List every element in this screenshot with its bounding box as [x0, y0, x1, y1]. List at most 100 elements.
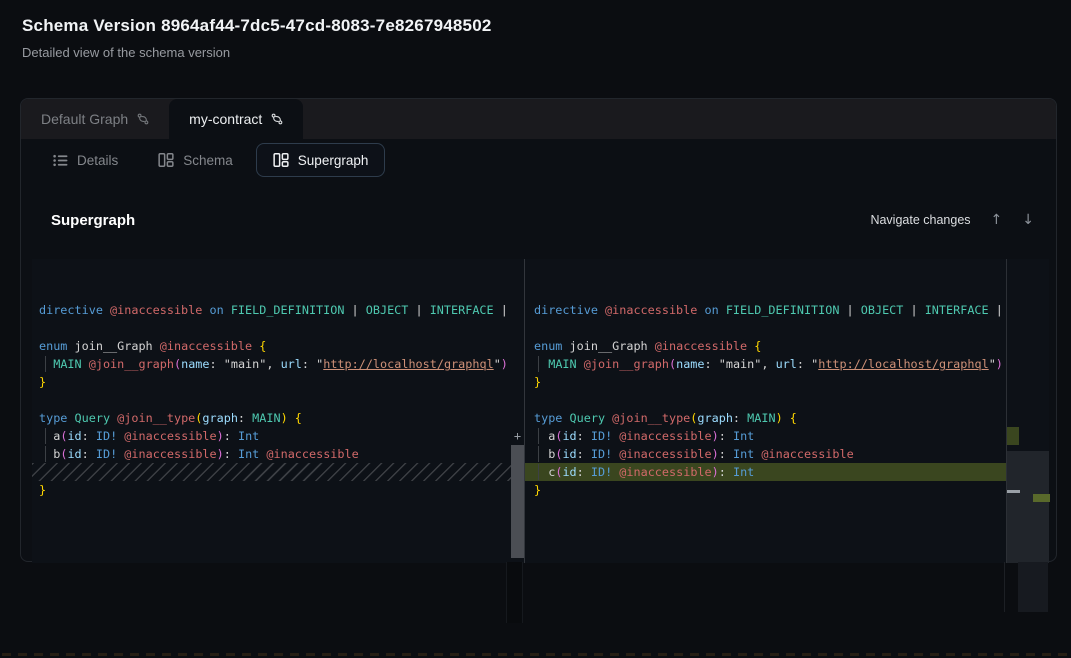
view-subtabs: Details Schema Supergraph [21, 141, 1056, 179]
code-token: : [733, 411, 747, 425]
code-line: } [525, 481, 1006, 499]
code-token: Int [733, 447, 754, 461]
tab-label: my-contract [189, 111, 262, 127]
code-token [39, 357, 53, 371]
code-token: } [534, 483, 541, 497]
code-token: : [719, 465, 733, 479]
code-token: " [989, 357, 996, 371]
code-token: FIELD_DEFINITION [231, 303, 345, 317]
code-line: MAIN @join__graph(name: "main", url: "ht… [32, 355, 511, 373]
code-url-link[interactable]: http://localhost/graphql [323, 357, 493, 371]
code-line: enum join__Graph @inaccessible { [525, 337, 1006, 355]
code-token: : [238, 411, 252, 425]
code-line: MAIN @join__graph(name: "main", url: "ht… [525, 355, 1006, 373]
list-icon [53, 154, 68, 167]
code-token: ) [217, 447, 224, 461]
code-token: directive [534, 303, 598, 317]
code-token: } [39, 483, 46, 497]
left-pane-scrollbar[interactable] [511, 259, 524, 563]
code-line: directive @inaccessible on FIELD_DEFINIT… [32, 301, 511, 319]
panels-icon [158, 152, 174, 168]
minimap-slider[interactable] [1007, 451, 1049, 563]
subtab-schema[interactable]: Schema [141, 143, 250, 177]
code-token: ID! [591, 429, 612, 443]
code-token: ID! [96, 429, 117, 443]
code-token: type [534, 411, 562, 425]
code-line: } [32, 373, 511, 391]
code-token [534, 357, 548, 371]
diff-insert-marker: + [510, 427, 525, 445]
code-token: ) [712, 447, 719, 461]
code-token: directive [39, 303, 103, 317]
code-token: , [266, 357, 280, 371]
diff-editor: directive @inaccessible on FIELD_DEFINIT… [32, 259, 1049, 563]
code-token: url [776, 357, 797, 371]
code-token: { [295, 411, 302, 425]
code-token [534, 447, 548, 461]
code-token: url [281, 357, 302, 371]
code-token: ) [712, 429, 719, 443]
scrollbar-thumb[interactable] [511, 445, 524, 558]
code-token: @inaccessible [619, 465, 711, 479]
modified-code-pane[interactable]: directive @inaccessible on FIELD_DEFINIT… [525, 259, 1006, 563]
tab-default-graph[interactable]: Default Graph [21, 99, 169, 139]
code-token [67, 339, 74, 353]
code-token: MAIN [747, 411, 775, 425]
code-token: MAIN [548, 357, 576, 371]
code-token: graph [202, 411, 238, 425]
tab-my-contract[interactable]: my-contract [169, 99, 303, 139]
code-token: id [562, 465, 576, 479]
code-token: ID! [591, 447, 612, 461]
code-token: @inaccessible [160, 339, 252, 353]
code-token: graph [697, 411, 733, 425]
code-token: ID! [96, 447, 117, 461]
code-token [153, 339, 160, 353]
code-token: { [754, 339, 761, 353]
code-token: ) [281, 411, 288, 425]
code-token: ) [712, 465, 719, 479]
code-token [562, 411, 569, 425]
subtab-supergraph[interactable]: Supergraph [256, 143, 386, 177]
code-token: : [577, 465, 591, 479]
code-token: @inaccessible [655, 339, 747, 353]
code-line: } [32, 481, 511, 499]
code-token: } [39, 375, 46, 389]
code-token: join__Graph [570, 339, 648, 353]
code-token [82, 357, 89, 371]
navigate-up-button[interactable]: ↑ [991, 212, 1003, 228]
code-token: OBJECT [366, 303, 409, 317]
code-token: : [210, 357, 224, 371]
code-token: | [408, 303, 429, 317]
subtab-details[interactable]: Details [36, 143, 135, 177]
tab-label: Default Graph [41, 111, 128, 127]
code-url-link[interactable]: http://localhost/graphql [818, 357, 988, 371]
code-token: @inaccessible [110, 303, 202, 317]
code-line: enum join__Graph @inaccessible { [32, 337, 511, 355]
code-token: { [790, 411, 797, 425]
navigate-changes-label: Navigate changes [870, 213, 970, 227]
code-token: : [82, 447, 96, 461]
subtab-label: Details [77, 153, 118, 168]
code-token: ) [501, 357, 508, 371]
code-token: @join__type [117, 411, 195, 425]
code-line [32, 319, 511, 337]
bottom-dashed-edge [2, 653, 1071, 656]
code-token: ID! [591, 465, 612, 479]
scrollbar-overflow-column [506, 562, 523, 623]
page-title: Schema Version 8964af44-7dc5-47cd-8083-7… [22, 16, 492, 36]
code-token: @inaccessible [124, 447, 216, 461]
code-token [39, 429, 53, 443]
navigate-down-button[interactable]: ↓ [1022, 212, 1034, 228]
code-token: { [259, 339, 266, 353]
arrow-down-icon: ↓ [1022, 212, 1034, 228]
code-token: @inaccessible [619, 429, 711, 443]
code-token: | [839, 303, 860, 317]
code-token: : [719, 429, 733, 443]
original-code-pane[interactable]: directive @inaccessible on FIELD_DEFINIT… [32, 259, 511, 563]
code-token: : [705, 357, 719, 371]
code-token: @join__type [612, 411, 690, 425]
code-token: Query [75, 411, 111, 425]
code-token: OBJECT [861, 303, 904, 317]
code-token: @inaccessible [266, 447, 358, 461]
minimap[interactable] [1006, 259, 1049, 563]
